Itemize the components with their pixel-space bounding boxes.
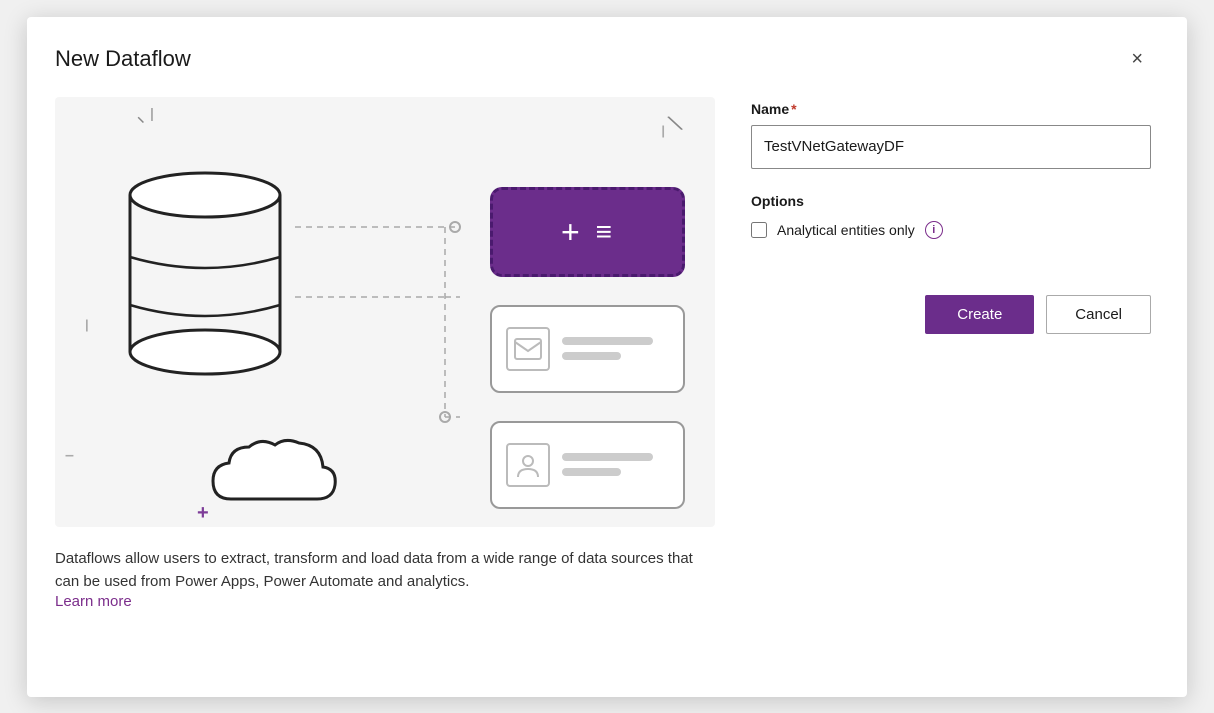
dialog-header: New Dataflow × bbox=[55, 45, 1151, 73]
card-line bbox=[562, 468, 621, 476]
required-star: * bbox=[791, 101, 796, 117]
analytical-entities-checkbox[interactable] bbox=[751, 222, 767, 238]
name-field-group: Name* bbox=[751, 101, 1151, 169]
dialog-footer: Create Cancel bbox=[751, 279, 1151, 334]
learn-more-link[interactable]: Learn more bbox=[55, 593, 132, 610]
person-card-lines bbox=[562, 453, 669, 476]
new-dataflow-dialog: New Dataflow × – | | – + ╲ | + ╲ bbox=[27, 17, 1187, 697]
card-line bbox=[562, 453, 653, 461]
equals-icon: ≡ bbox=[596, 218, 614, 246]
dialog-title: New Dataflow bbox=[55, 46, 191, 72]
analytical-entities-label: Analytical entities only bbox=[777, 222, 915, 238]
add-transform-card: + ≡ bbox=[490, 187, 685, 277]
options-section: Options Analytical entities only i bbox=[751, 169, 1151, 239]
email-icon-area bbox=[506, 327, 550, 371]
dialog-body: – | | – + ╲ | + ╲ bbox=[55, 97, 1151, 669]
cards-area: + ≡ bbox=[490, 187, 685, 509]
name-input[interactable] bbox=[751, 125, 1151, 169]
cancel-button[interactable]: Cancel bbox=[1046, 295, 1151, 334]
person-icon-area bbox=[506, 443, 550, 487]
email-entity-card bbox=[490, 305, 685, 393]
description-section: Dataflows allow users to extract, transf… bbox=[55, 547, 715, 612]
name-field-label: Name* bbox=[751, 101, 1151, 117]
plus-icon: + bbox=[561, 216, 580, 248]
options-label: Options bbox=[751, 193, 1151, 209]
analytical-entities-row: Analytical entities only i bbox=[751, 221, 1151, 239]
create-button[interactable]: Create bbox=[925, 295, 1034, 334]
cloud-illustration bbox=[203, 427, 343, 522]
illustration-area: – | | – + ╲ | + ╲ bbox=[55, 97, 715, 527]
description-text: Dataflows allow users to extract, transf… bbox=[55, 547, 715, 594]
left-panel: – | | – + ╲ | + ╲ bbox=[55, 97, 715, 669]
email-card-lines bbox=[562, 337, 669, 360]
close-button[interactable]: × bbox=[1123, 45, 1151, 73]
database-illustration bbox=[115, 157, 295, 422]
right-panel: Name* Options Analytical entities only i… bbox=[751, 97, 1151, 669]
card-line bbox=[562, 352, 621, 360]
person-entity-card bbox=[490, 421, 685, 509]
card-line bbox=[562, 337, 653, 345]
info-icon[interactable]: i bbox=[925, 221, 943, 239]
